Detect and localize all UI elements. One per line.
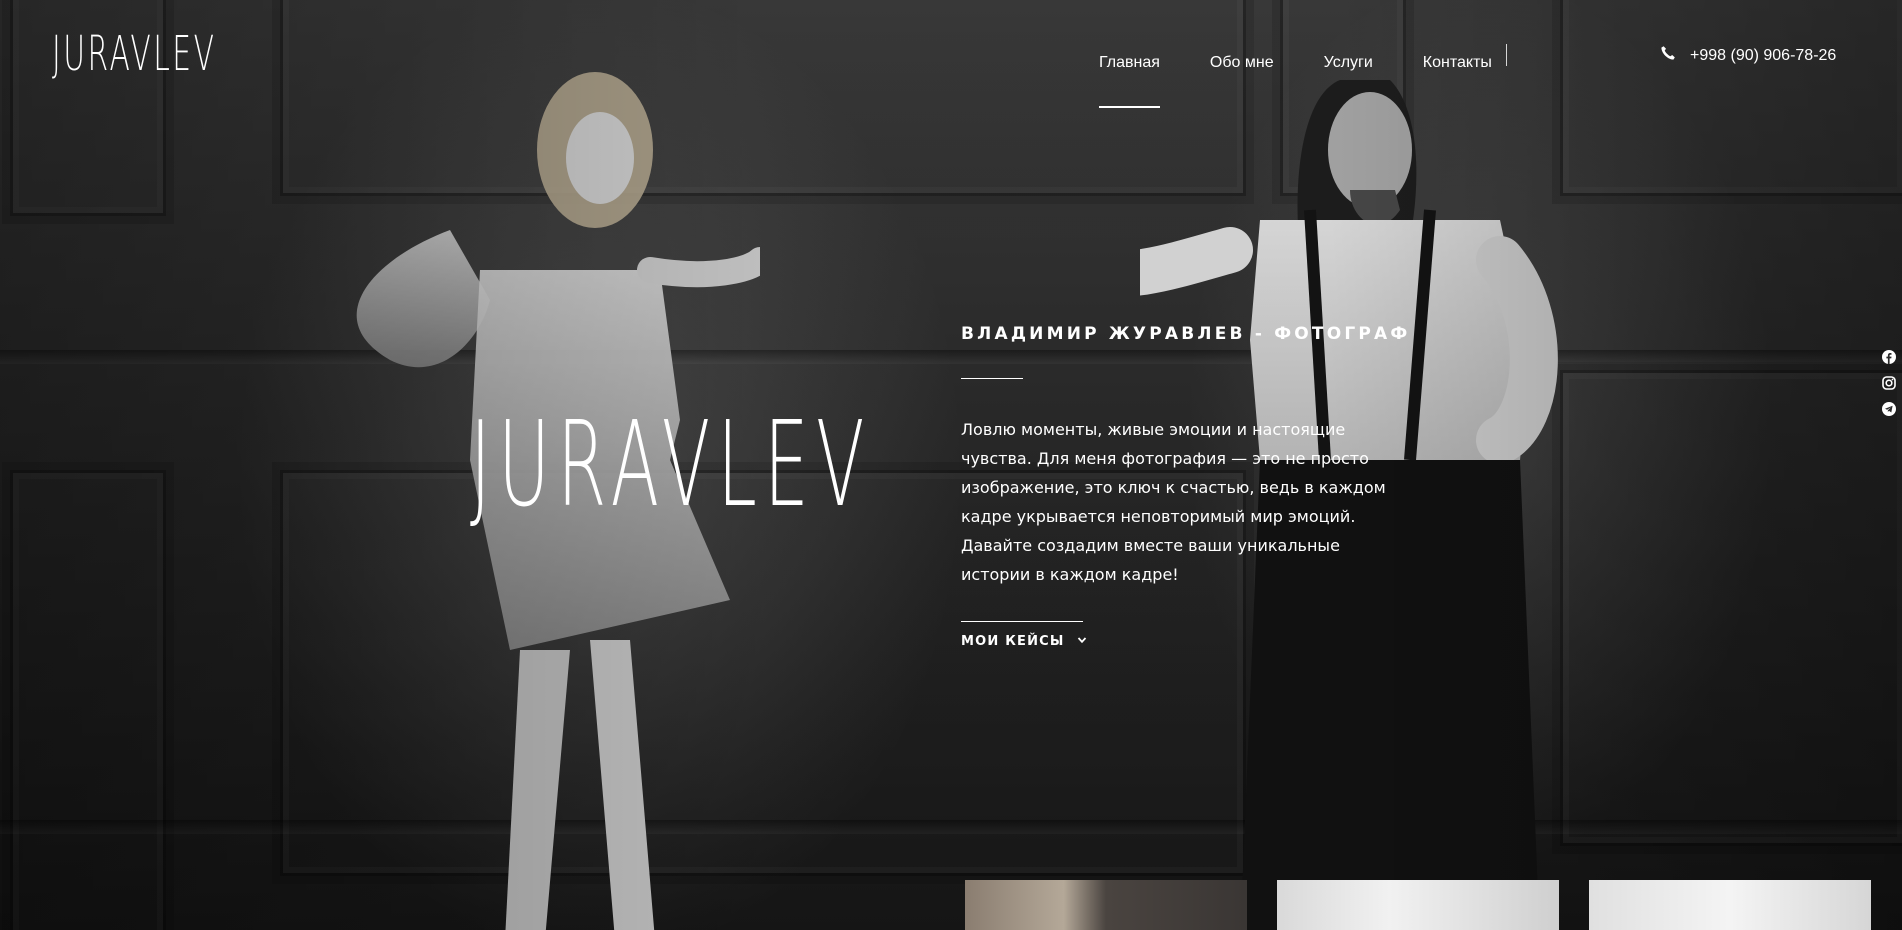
nav-item-contacts[interactable]: Контакты — [1423, 54, 1492, 72]
nav-item-services[interactable]: Услуги — [1324, 54, 1373, 72]
site-logo[interactable]: JURAVLEV — [52, 26, 216, 82]
social-links — [1882, 350, 1902, 416]
phone-contact[interactable]: +998 (90) 906-78-26 — [1660, 45, 1836, 66]
nav-divider — [1506, 44, 1507, 66]
hero-description: Ловлю моменты, живые эмоции и настоящие … — [961, 420, 1386, 584]
nav-item-home[interactable]: Главная — [1099, 54, 1160, 108]
chevron-down-icon — [1077, 634, 1087, 649]
nav-item-about[interactable]: Обо мне — [1210, 54, 1274, 72]
hero-logo: JURAVLEV — [470, 395, 872, 533]
facebook-icon[interactable] — [1882, 350, 1902, 364]
hero-section: JURAVLEV Главная Обо мне Услуги Контакты… — [0, 0, 1902, 930]
my-cases-label: МОИ КЕЙСЫ — [961, 634, 1065, 649]
my-cases-button[interactable]: МОИ КЕЙСЫ — [961, 634, 1087, 649]
phone-number: +998 (90) 906-78-26 — [1690, 46, 1837, 64]
telegram-icon[interactable] — [1882, 402, 1902, 416]
case-thumbnail[interactable] — [965, 880, 1247, 930]
hero-subtitle: ВЛАДИМИР ЖУРАВЛЕВ - ФОТОГРАФ — [961, 324, 1411, 344]
case-thumbnail[interactable] — [1277, 880, 1559, 930]
main-nav: Главная Обо мне Услуги Контакты — [1099, 54, 1492, 108]
image-overlay — [0, 0, 1902, 930]
case-thumbnail[interactable] — [1589, 880, 1871, 930]
instagram-icon[interactable] — [1882, 376, 1902, 390]
phone-icon — [1660, 45, 1676, 66]
cases-divider — [961, 621, 1083, 622]
subtitle-divider — [961, 378, 1023, 379]
